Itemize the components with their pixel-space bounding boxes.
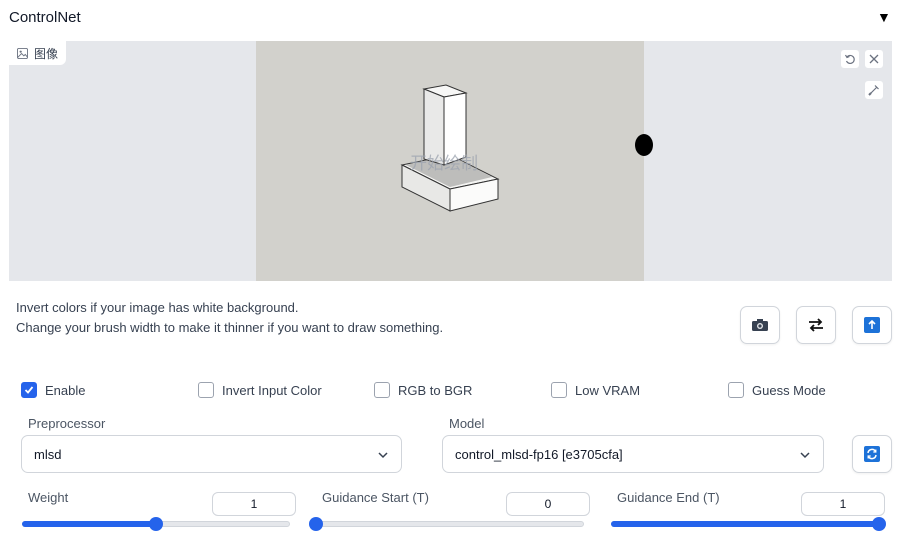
slider-thumb[interactable] <box>872 517 886 531</box>
image-label-text: 图像 <box>34 46 59 61</box>
triangle-down-icon[interactable]: ▼ <box>877 9 891 25</box>
weight-number-input[interactable]: 1 <box>212 492 296 516</box>
upload-button[interactable] <box>852 306 892 344</box>
slider-thumb[interactable] <box>309 517 323 531</box>
upload-icon <box>864 317 880 333</box>
guidance-start-number-input[interactable]: 0 <box>506 492 590 516</box>
guidance-start-slider[interactable] <box>309 517 584 531</box>
image-canvas[interactable]: 图像 开始绘制 <box>9 41 892 281</box>
refresh-icon <box>864 446 880 462</box>
section-title: ControlNet <box>9 9 81 26</box>
low-vram-checkbox[interactable]: Low VRAM <box>551 381 640 399</box>
draw-hint-text: 开始绘制 <box>410 154 478 174</box>
preprocessor-select[interactable]: mlsd <box>21 435 402 473</box>
brush-icon[interactable] <box>864 80 884 100</box>
guidance-end-slider[interactable] <box>611 517 886 531</box>
weight-slider[interactable] <box>22 517 290 531</box>
weight-label: Weight <box>28 490 69 505</box>
help-text-line-1: Invert colors if your image has white ba… <box>16 300 299 315</box>
enable-checkbox[interactable]: Enable <box>21 381 85 399</box>
checkbox-label: Enable <box>45 382 86 398</box>
model-select[interactable]: control_mlsd-fp16 [e3705cfa] <box>442 435 824 473</box>
checkbox-box[interactable] <box>198 382 214 398</box>
checkbox-label: Low VRAM <box>575 382 641 398</box>
accordion-header[interactable]: ControlNet ▼ <box>0 0 900 36</box>
preprocessor-value: mlsd <box>34 446 62 462</box>
swap-icon <box>809 318 823 332</box>
checkbox-box[interactable] <box>374 382 390 398</box>
chevron-down-icon <box>378 452 388 459</box>
checkbox-label: RGB to BGR <box>398 382 473 398</box>
guidance-end-label: Guidance End (T) <box>617 490 720 505</box>
checkbox-box[interactable] <box>21 382 37 398</box>
slider-thumb[interactable] <box>149 517 163 531</box>
camera-icon <box>752 319 768 331</box>
invert-input-color-checkbox[interactable]: Invert Input Color <box>198 381 322 399</box>
checkbox-label: Invert Input Color <box>222 382 322 398</box>
slider-fill <box>22 521 156 527</box>
guidance-end-number-input[interactable]: 1 <box>801 492 885 516</box>
chevron-down-icon <box>800 452 810 459</box>
brush-cursor <box>635 134 653 156</box>
guidance-start-label: Guidance Start (T) <box>322 490 429 505</box>
rgb-to-bgr-checkbox[interactable]: RGB to BGR <box>374 381 472 399</box>
refresh-models-button[interactable] <box>852 435 892 473</box>
uploaded-image[interactable]: 开始绘制 <box>256 41 644 281</box>
undo-icon[interactable] <box>840 49 860 69</box>
model-label: Model <box>449 416 485 431</box>
slider-track <box>316 521 584 527</box>
preprocessor-label: Preprocessor <box>28 416 106 431</box>
checkbox-box[interactable] <box>551 382 567 398</box>
help-text-line-2: Change your brush width to make it thinn… <box>16 320 444 335</box>
guess-mode-checkbox[interactable]: Guess Mode <box>728 381 826 399</box>
camera-button[interactable] <box>740 306 780 344</box>
slider-fill <box>611 521 879 527</box>
checkbox-label: Guess Mode <box>752 382 826 398</box>
image-icon <box>17 47 28 59</box>
checkbox-box[interactable] <box>728 382 744 398</box>
close-icon[interactable] <box>864 49 884 69</box>
model-value: control_mlsd-fp16 [e3705cfa] <box>455 446 623 462</box>
image-tab-label: 图像 <box>9 41 67 65</box>
swap-button[interactable] <box>796 306 836 344</box>
